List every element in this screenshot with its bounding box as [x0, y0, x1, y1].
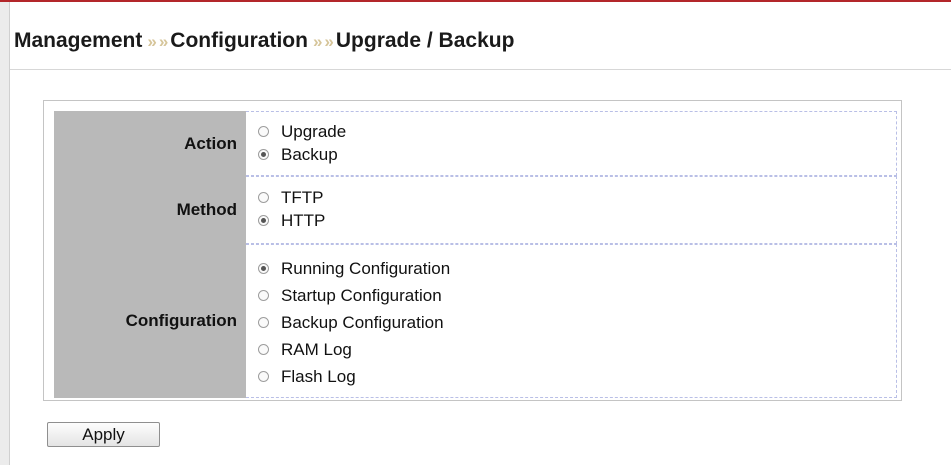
header-divider	[10, 69, 951, 70]
breadcrumb-separator-icon: »	[158, 32, 169, 51]
left-frame-edge	[0, 2, 10, 465]
breadcrumb-item-configuration[interactable]: Configuration	[170, 29, 308, 53]
radio-upgrade[interactable]	[258, 126, 269, 137]
radio-tftp[interactable]	[258, 192, 269, 203]
option-label: HTTP	[281, 210, 326, 230]
option-label: Startup Configuration	[281, 285, 442, 305]
method-row: Method TFTP HTTP	[54, 176, 897, 244]
option-label: Flash Log	[281, 366, 356, 386]
upgrade-backup-form: Action Upgrade Backup Method TFTP HTTP C…	[43, 100, 902, 401]
radio-backup-configuration[interactable]	[258, 317, 269, 328]
configuration-options: Running Configuration Startup Configurat…	[246, 244, 897, 398]
radio-running-configuration[interactable]	[258, 263, 269, 274]
option-label: Backup	[281, 144, 338, 164]
configuration-option-backup[interactable]: Backup Configuration	[258, 309, 896, 336]
option-label: RAM Log	[281, 339, 352, 359]
page-title: Upgrade / Backup	[335, 29, 515, 52]
option-label: Backup Configuration	[281, 312, 444, 332]
configuration-label: Configuration	[54, 244, 246, 398]
action-options: Upgrade Backup	[246, 111, 897, 176]
method-option-tftp[interactable]: TFTP	[258, 186, 896, 209]
action-row: Action Upgrade Backup	[54, 111, 897, 176]
configuration-option-startup[interactable]: Startup Configuration	[258, 282, 896, 309]
configuration-option-ram-log[interactable]: RAM Log	[258, 336, 896, 363]
breadcrumb-separator-icon: »	[147, 32, 157, 51]
breadcrumb-item-management[interactable]: Management	[14, 29, 142, 53]
method-options: TFTP HTTP	[246, 176, 897, 244]
radio-flash-log[interactable]	[258, 371, 269, 382]
action-label: Action	[54, 111, 246, 176]
top-accent-rule	[0, 0, 951, 2]
breadcrumb: Management » » Configuration » » Upgrade…	[14, 25, 514, 57]
breadcrumb-separator-icon: »	[324, 32, 334, 51]
method-option-http[interactable]: HTTP	[258, 209, 896, 232]
method-label: Method	[54, 176, 246, 244]
radio-ram-log[interactable]	[258, 344, 269, 355]
option-label: Running Configuration	[281, 258, 451, 278]
breadcrumb-separator-icon: »	[312, 32, 323, 51]
configuration-option-running[interactable]: Running Configuration	[258, 255, 896, 282]
action-option-backup[interactable]: Backup	[258, 143, 896, 166]
radio-backup[interactable]	[258, 149, 269, 160]
radio-startup-configuration[interactable]	[258, 290, 269, 301]
option-label: Upgrade	[281, 121, 347, 141]
action-option-upgrade[interactable]: Upgrade	[258, 120, 896, 143]
configuration-option-flash-log[interactable]: Flash Log	[258, 363, 896, 390]
option-label: TFTP	[281, 187, 324, 207]
apply-button[interactable]: Apply	[47, 422, 160, 447]
radio-http[interactable]	[258, 215, 269, 226]
configuration-row: Configuration Running Configuration Star…	[54, 244, 897, 398]
